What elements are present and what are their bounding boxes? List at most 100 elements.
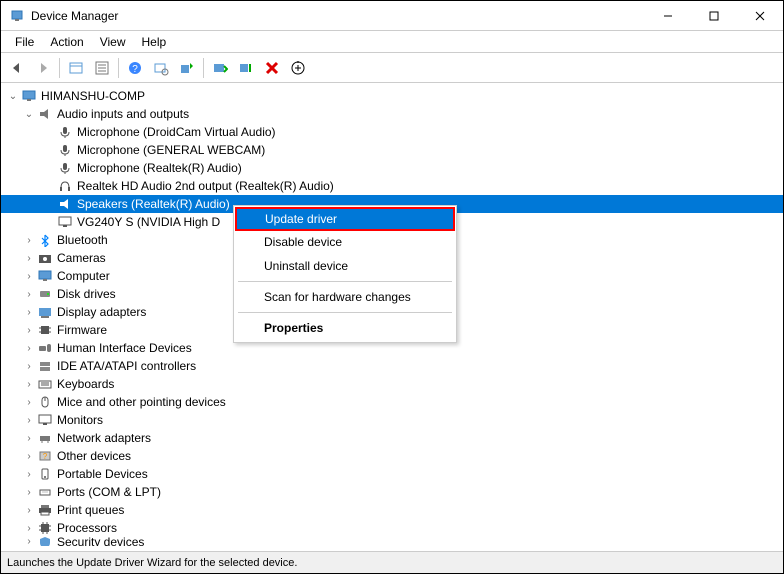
chevron-right-icon[interactable]: › — [21, 484, 37, 500]
tree-item-audio[interactable]: Realtek HD Audio 2nd output (Realtek(R) … — [1, 177, 783, 195]
ide-icon — [37, 358, 53, 374]
tree-label: Keyboards — [57, 377, 114, 391]
menu-action[interactable]: Action — [42, 33, 91, 51]
tree-label: Security devices — [57, 537, 144, 546]
chevron-right-icon[interactable]: › — [21, 394, 37, 410]
forward-button[interactable] — [31, 56, 55, 80]
tree-label: Mice and other pointing devices — [57, 395, 226, 409]
chevron-down-icon[interactable]: ⌄ — [21, 106, 37, 122]
tree-label: Print queues — [57, 503, 124, 517]
context-uninstall-device[interactable]: Uninstall device — [236, 254, 454, 278]
context-disable-device[interactable]: Disable device — [236, 230, 454, 254]
uninstall-device-button[interactable] — [260, 56, 284, 80]
tree-category-security[interactable]: › Security devices — [1, 537, 783, 546]
context-update-driver[interactable]: Update driver — [235, 207, 455, 231]
tree-item-audio[interactable]: Microphone (GENERAL WEBCAM) — [1, 141, 783, 159]
add-legacy-hardware-button[interactable] — [286, 56, 310, 80]
tree-category-monitors[interactable]: › Monitors — [1, 411, 783, 429]
chevron-right-icon[interactable]: › — [21, 502, 37, 518]
processor-icon — [37, 520, 53, 536]
tree-root[interactable]: ⌄ HIMANSHU-COMP — [1, 87, 783, 105]
window-title: Device Manager — [31, 9, 645, 23]
tree-category-processors[interactable]: › Processors — [1, 519, 783, 537]
tree-category-ide[interactable]: › IDE ATA/ATAPI controllers — [1, 357, 783, 375]
tree-category-print[interactable]: › Print queues — [1, 501, 783, 519]
tree-category-network[interactable]: › Network adapters — [1, 429, 783, 447]
tree-label: Firmware — [57, 323, 107, 337]
separator — [238, 312, 452, 313]
tree-category-keyboards[interactable]: › Keyboards — [1, 375, 783, 393]
chevron-right-icon[interactable]: › — [21, 322, 37, 338]
tree-label: Microphone (Realtek(R) Audio) — [77, 161, 242, 175]
tree-label: Bluetooth — [57, 233, 108, 247]
minimize-button[interactable] — [645, 1, 691, 31]
properties-button[interactable] — [90, 56, 114, 80]
menu-help[interactable]: Help — [134, 33, 175, 51]
chevron-right-icon[interactable]: › — [21, 340, 37, 356]
tree-item-audio[interactable]: Microphone (DroidCam Virtual Audio) — [1, 123, 783, 141]
chevron-right-icon[interactable]: › — [21, 250, 37, 266]
update-driver-button[interactable] — [175, 56, 199, 80]
statusbar-text: Launches the Update Driver Wizard for th… — [7, 557, 297, 569]
chevron-right-icon[interactable]: › — [21, 412, 37, 428]
monitor-icon — [37, 412, 53, 428]
network-icon — [37, 430, 53, 446]
back-button[interactable] — [5, 56, 29, 80]
enable-device-button[interactable] — [208, 56, 232, 80]
show-hide-tree-button[interactable] — [64, 56, 88, 80]
scan-hardware-button[interactable] — [149, 56, 173, 80]
chevron-right-icon[interactable]: › — [21, 232, 37, 248]
tree-label: Audio inputs and outputs — [57, 107, 189, 121]
chevron-right-icon[interactable]: › — [21, 520, 37, 536]
tree-item-audio[interactable]: Microphone (Realtek(R) Audio) — [1, 159, 783, 177]
statusbar: Launches the Update Driver Wizard for th… — [1, 551, 783, 573]
tree-label: Realtek HD Audio 2nd output (Realtek(R) … — [77, 179, 334, 193]
tree-label: Microphone (GENERAL WEBCAM) — [77, 143, 265, 157]
chevron-right-icon[interactable]: › — [21, 376, 37, 392]
menu-file[interactable]: File — [7, 33, 42, 51]
security-icon — [37, 537, 53, 546]
menu-view[interactable]: View — [92, 33, 134, 51]
tree-label: Network adapters — [57, 431, 151, 445]
tree-label: Portable Devices — [57, 467, 148, 481]
tree-category-mice[interactable]: › Mice and other pointing devices — [1, 393, 783, 411]
computer-icon — [37, 268, 53, 284]
chevron-right-icon[interactable]: › — [21, 448, 37, 464]
tree-category-ports[interactable]: › Ports (COM & LPT) — [1, 483, 783, 501]
help-button[interactable]: ? — [123, 56, 147, 80]
context-properties[interactable]: Properties — [236, 316, 454, 340]
chevron-right-icon[interactable]: › — [21, 430, 37, 446]
tree-label: Monitors — [57, 413, 103, 427]
tree-label: HIMANSHU-COMP — [41, 89, 145, 103]
tree-category-other[interactable]: › ? Other devices — [1, 447, 783, 465]
context-scan-hardware[interactable]: Scan for hardware changes — [236, 285, 454, 309]
menubar: File Action View Help — [1, 31, 783, 53]
tree-label: Other devices — [57, 449, 131, 463]
tree-category-audio[interactable]: ⌄ Audio inputs and outputs — [1, 105, 783, 123]
maximize-button[interactable] — [691, 1, 737, 31]
titlebar: Device Manager — [1, 1, 783, 31]
close-button[interactable] — [737, 1, 783, 31]
monitor-icon — [57, 214, 73, 230]
toolbar: ? — [1, 53, 783, 83]
speaker-icon — [37, 106, 53, 122]
tree-label: Display adapters — [57, 305, 146, 319]
tree-label: Cameras — [57, 251, 106, 265]
chevron-right-icon[interactable]: › — [21, 358, 37, 374]
chevron-down-icon[interactable]: ⌄ — [5, 88, 21, 104]
disable-device-button[interactable] — [234, 56, 258, 80]
chevron-right-icon[interactable]: › — [21, 537, 37, 546]
chevron-right-icon[interactable]: › — [21, 268, 37, 284]
other-devices-icon: ? — [37, 448, 53, 464]
keyboard-icon — [37, 376, 53, 392]
chevron-right-icon[interactable]: › — [21, 466, 37, 482]
chevron-right-icon[interactable]: › — [21, 304, 37, 320]
svg-text:?: ? — [132, 64, 138, 75]
chevron-right-icon[interactable]: › — [21, 286, 37, 302]
microphone-icon — [57, 124, 73, 140]
portable-icon — [37, 466, 53, 482]
computer-icon — [21, 88, 37, 104]
context-menu: Update driver Disable device Uninstall d… — [233, 205, 457, 343]
tree-label: Disk drives — [57, 287, 116, 301]
tree-category-portable[interactable]: › Portable Devices — [1, 465, 783, 483]
